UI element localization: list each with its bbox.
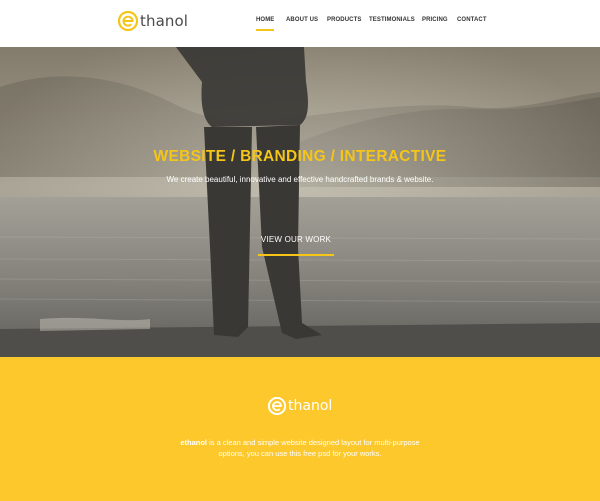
about-band: thanol ethanol is a clean and simple web…	[0, 357, 600, 501]
cta-underline	[258, 254, 334, 256]
hero-subtitle: We create beautiful, innovative and effe…	[166, 175, 434, 184]
nav-home[interactable]: HOME	[256, 17, 275, 31]
main-nav: HOME ABOUT US PRODUCTS TESTIMONIALS PRIC…	[0, 0, 600, 47]
hero-section: WEBSITE / BRANDING / INTERACTIVE We crea…	[0, 47, 600, 357]
view-our-work-button[interactable]: VIEW OUR WORK	[258, 235, 334, 244]
brand-name: ethanol	[180, 438, 208, 447]
nav-products[interactable]: PRODUCTS	[327, 17, 361, 23]
footer-logo-text: thanol	[288, 398, 333, 414]
e-logo-icon	[268, 397, 286, 415]
description-line-1: is a clean and simple website designed l…	[207, 438, 420, 447]
brand-description: ethanol is a clean and simple website de…	[150, 437, 450, 459]
footer-logo: thanol	[268, 395, 332, 417]
nav-about-us[interactable]: ABOUT US	[286, 17, 318, 23]
hero-title: WEBSITE / BRANDING / INTERACTIVE	[153, 148, 447, 165]
nav-contact[interactable]: CONTACT	[457, 17, 487, 23]
nav-pricing[interactable]: PRICING	[422, 17, 448, 23]
site-header: thanol HOME ABOUT US PRODUCTS TESTIMONIA…	[0, 0, 600, 47]
nav-testimonials[interactable]: TESTIMONIALS	[369, 17, 415, 23]
hero-background-image	[0, 47, 600, 357]
description-line-2: options, you can use this free psd for y…	[218, 449, 382, 458]
